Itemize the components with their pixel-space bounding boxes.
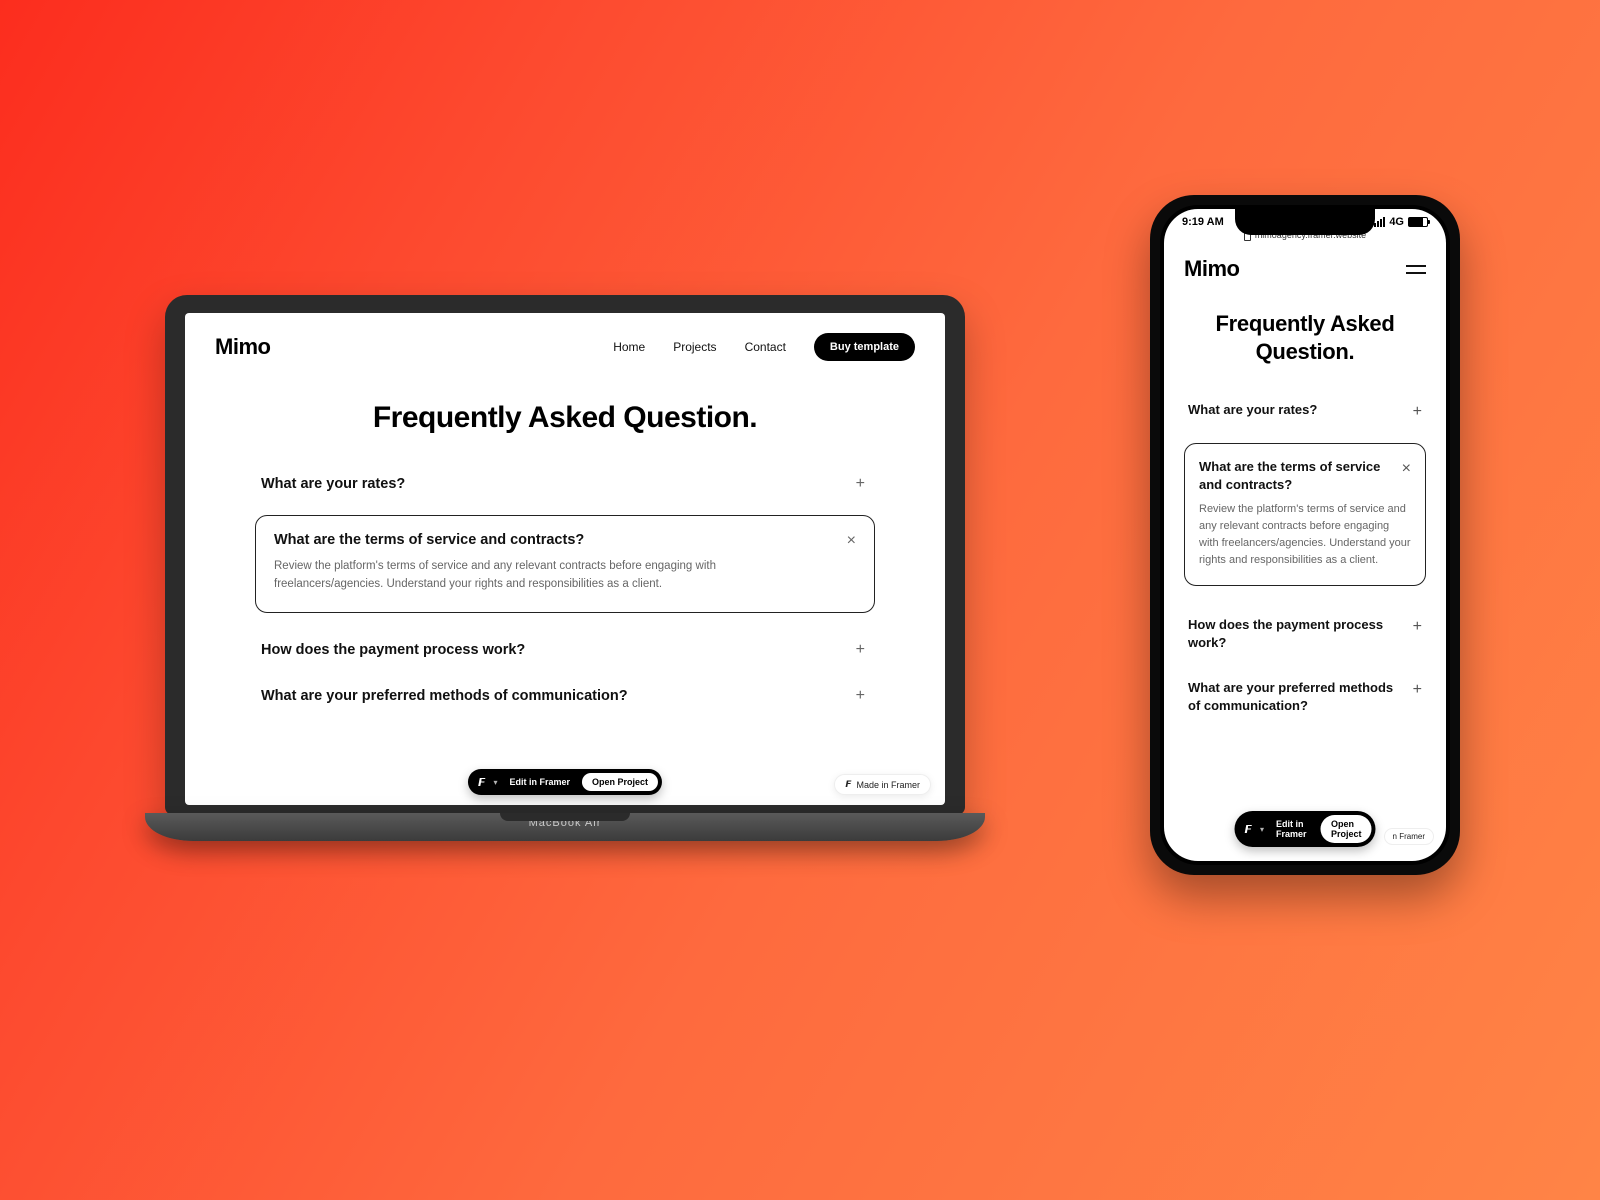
laptop-screen: Mimo Home Projects Contact Buy template …	[185, 313, 945, 805]
chevron-down-icon[interactable]: ▾	[493, 778, 497, 787]
faq-answer: Review the platform's terms of service a…	[274, 558, 809, 594]
laptop-hinge-notch	[500, 813, 630, 821]
plus-icon: +	[856, 687, 865, 705]
signal-icon	[1374, 217, 1385, 227]
faq-question: What are the terms of service and contra…	[274, 532, 584, 548]
plus-icon: +	[856, 475, 865, 493]
framer-icon: 𝙁	[478, 776, 486, 789]
faq-question: How does the payment process work?	[1188, 616, 1401, 651]
plus-icon: +	[1413, 681, 1422, 699]
edit-in-framer-button[interactable]: Edit in Framer	[510, 777, 571, 787]
faq-question: How does the payment process work?	[261, 642, 525, 658]
faq-question: What are the terms of service and contra…	[1199, 458, 1392, 493]
framer-toolbar[interactable]: 𝙁 ▾ Edit in Framer Open Project	[1235, 811, 1376, 847]
open-project-button[interactable]: Open Project	[582, 773, 658, 791]
open-project-button[interactable]: Open Project	[1321, 815, 1372, 843]
close-icon[interactable]: ×	[1402, 460, 1411, 478]
stage: Mimo Home Projects Contact Buy template …	[0, 0, 1600, 1200]
plus-icon: +	[1413, 618, 1422, 636]
faq-item[interactable]: What are your rates? +	[1184, 387, 1426, 435]
phone-device: 9:19 AM 4G mimoagency.framer.website Mim…	[1150, 195, 1460, 875]
faq-question: What are your rates?	[1188, 401, 1317, 419]
plus-icon: +	[856, 641, 865, 659]
edit-in-framer-button[interactable]: Edit in Framer	[1276, 819, 1309, 839]
faq-item[interactable]: How does the payment process work? +	[255, 627, 875, 673]
buy-template-button[interactable]: Buy template	[814, 333, 915, 361]
phone-notch	[1235, 209, 1375, 235]
made-in-framer-badge[interactable]: n Framer	[1384, 828, 1434, 845]
hamburger-menu-icon[interactable]	[1406, 265, 1426, 274]
close-icon[interactable]: ×	[847, 532, 856, 550]
desktop-nav: Home Projects Contact Buy template	[613, 333, 915, 361]
desktop-header: Mimo Home Projects Contact Buy template	[185, 313, 945, 371]
nav-contact[interactable]: Contact	[745, 340, 786, 354]
nav-home[interactable]: Home	[613, 340, 645, 354]
laptop-screen-frame: Mimo Home Projects Contact Buy template …	[165, 295, 965, 815]
framer-toolbar[interactable]: 𝙁 ▾ Edit in Framer Open Project	[468, 769, 662, 795]
faq-item[interactable]: What are your rates? +	[255, 461, 875, 507]
faq-question: What are your rates?	[261, 476, 405, 492]
faq-answer: Review the platform's terms of service a…	[1199, 501, 1411, 569]
chevron-down-icon[interactable]: ▾	[1260, 825, 1264, 834]
faq-list: What are your rates? + What are the term…	[1164, 387, 1446, 728]
faq-item-expanded[interactable]: What are the terms of service and contra…	[255, 515, 875, 613]
laptop-base: MacBook Air	[145, 813, 985, 841]
badge-label: Made in Framer	[856, 780, 920, 790]
logo[interactable]: Mimo	[1184, 256, 1239, 282]
network-label: 4G	[1389, 216, 1404, 228]
mobile-header: Mimo	[1164, 240, 1446, 288]
faq-question: What are your preferred methods of commu…	[261, 688, 628, 704]
battery-icon	[1408, 217, 1428, 227]
logo[interactable]: Mimo	[215, 334, 270, 360]
faq-list: What are your rates? + What are the term…	[185, 461, 945, 719]
status-time: 9:19 AM	[1182, 216, 1224, 228]
laptop-device: Mimo Home Projects Contact Buy template …	[145, 295, 985, 841]
faq-item[interactable]: How does the payment process work? +	[1184, 602, 1426, 665]
framer-icon: 𝙁	[845, 779, 851, 790]
made-in-framer-badge[interactable]: 𝙁 Made in Framer	[834, 774, 931, 795]
faq-item-expanded[interactable]: What are the terms of service and contra…	[1184, 443, 1426, 586]
page-title: Frequently Asked Question.	[1164, 310, 1446, 365]
plus-icon: +	[1413, 403, 1422, 421]
phone-frame: 9:19 AM 4G mimoagency.framer.website Mim…	[1160, 205, 1450, 865]
page-title: Frequently Asked Question.	[185, 401, 945, 435]
nav-projects[interactable]: Projects	[673, 340, 716, 354]
faq-item[interactable]: What are your preferred methods of commu…	[1184, 665, 1426, 728]
faq-question: What are your preferred methods of commu…	[1188, 679, 1401, 714]
framer-icon: 𝙁	[1245, 823, 1253, 836]
faq-item[interactable]: What are your preferred methods of commu…	[255, 673, 875, 719]
phone-screen: 9:19 AM 4G mimoagency.framer.website Mim…	[1164, 209, 1446, 861]
